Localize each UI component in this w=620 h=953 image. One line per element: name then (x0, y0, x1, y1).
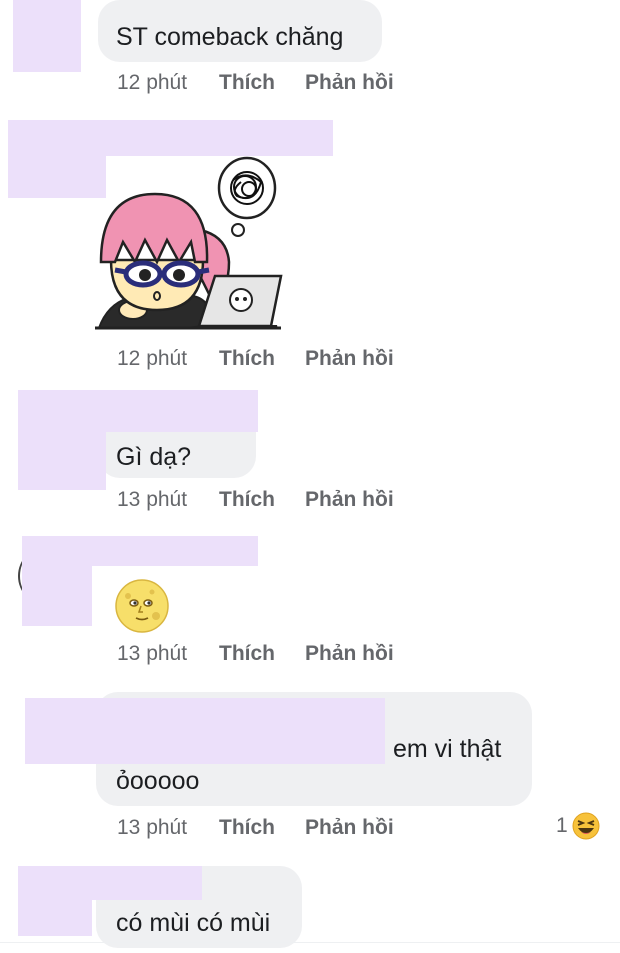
reaction-summary[interactable]: 1 (556, 812, 600, 840)
like-button[interactable]: Thích (219, 488, 305, 512)
redacted-avatar (18, 900, 92, 936)
comment-text: có mùi có mùi (116, 909, 271, 937)
reply-button[interactable]: Phản hồi (305, 488, 394, 512)
redacted-name (18, 866, 202, 900)
redacted-avatar (8, 156, 106, 198)
comment-text-line2: ỏooooo (116, 767, 200, 795)
redacted-avatar (18, 432, 106, 490)
comment-time: 12 phút (117, 347, 188, 370)
like-button[interactable]: Thích (219, 642, 305, 666)
comment-text: Gì dạ? (116, 443, 192, 471)
reply-button[interactable]: Phản hồi (305, 642, 394, 666)
like-button[interactable]: Thích (219, 71, 305, 95)
like-button[interactable]: Thích (219, 347, 305, 371)
redacted-name (18, 390, 258, 432)
redacted-name (22, 536, 258, 566)
reply-button[interactable]: Phản hồi (305, 71, 394, 95)
comment-text-line1: em vi thật (393, 735, 502, 763)
like-button[interactable]: Thích (219, 816, 305, 840)
comment-time: 13 phút (117, 816, 188, 839)
comment-time: 13 phút (117, 488, 188, 511)
comment-time: 12 phút (117, 71, 188, 94)
comment-meta: 13 phút Thích Phản hồi (117, 642, 394, 666)
redacted-avatar (13, 0, 81, 72)
comment-text: ST comeback chăng (116, 23, 344, 51)
redacted-avatar (22, 566, 92, 626)
divider (0, 942, 620, 943)
comment-meta: 12 phút Thích Phản hồi (117, 347, 394, 371)
comment-meta: 12 phút Thích Phản hồi (117, 71, 394, 95)
comment-time: 13 phút (117, 642, 188, 665)
laughing-emoji-icon (572, 812, 600, 840)
girl-laptop-sticker (95, 150, 285, 330)
redacted-name (25, 698, 385, 764)
reply-button[interactable]: Phản hồi (305, 347, 394, 371)
reaction-count: 1 (556, 814, 568, 837)
comment-meta: 13 phút Thích Phản hồi (117, 816, 394, 840)
reply-button[interactable]: Phản hồi (305, 816, 394, 840)
comment-meta: 13 phút Thích Phản hồi (117, 488, 394, 512)
comment-bubble: ST comeback chăng (98, 0, 382, 62)
moon-face-emoji (114, 578, 170, 634)
